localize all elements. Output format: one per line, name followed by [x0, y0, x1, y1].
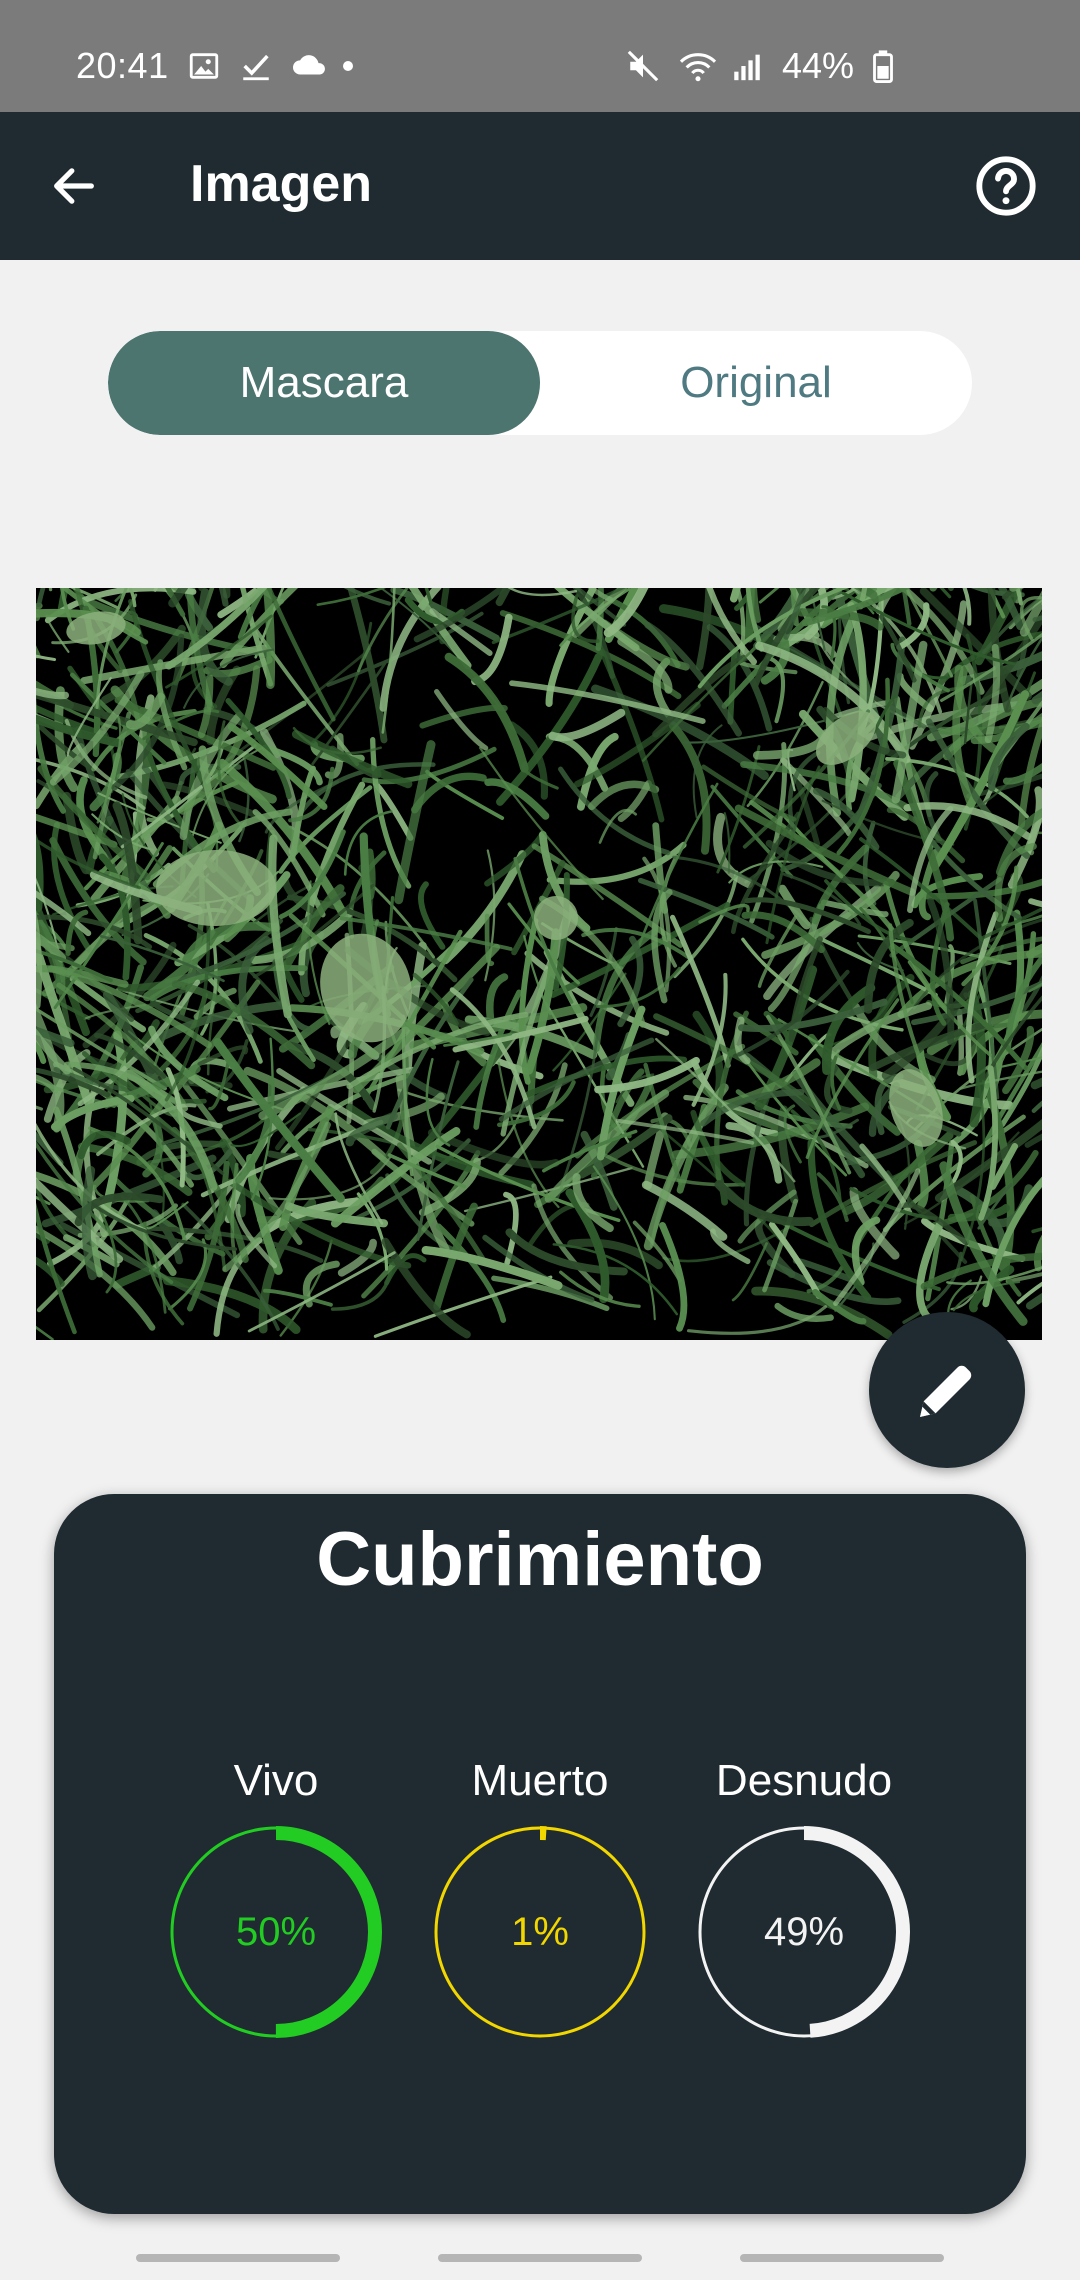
gauge-value: 50%	[235, 1909, 317, 1954]
mask-original-toggle: Original Mascara	[108, 331, 972, 435]
metric-muerto: Muerto 1%	[408, 1756, 672, 2042]
nav-hint-center	[438, 2254, 642, 2262]
metric-label: Desnudo	[715, 1756, 893, 1805]
edit-button[interactable]	[869, 1312, 1025, 1468]
coverage-title: Cubrimiento	[316, 1517, 764, 1602]
cloud-icon	[291, 49, 325, 83]
grass-mask-graphic	[36, 588, 1042, 1340]
gauge-value: 49%	[763, 1909, 845, 1954]
app-bar: Imagen	[0, 112, 1080, 260]
metric-vivo: Vivo 50%	[144, 1756, 408, 2042]
metric-label: Muerto	[471, 1756, 609, 1805]
nav-hint-right	[740, 2254, 944, 2262]
metric-label: Vivo	[233, 1756, 319, 1805]
help-circle-icon	[976, 156, 1036, 216]
status-time: 20:41	[76, 45, 169, 86]
back-button[interactable]	[40, 152, 108, 220]
status-left: 20:41	[76, 45, 353, 87]
arrow-left-icon	[54, 168, 94, 204]
mute-icon	[626, 49, 660, 83]
gauge-desnudo: 49%	[694, 1822, 914, 2042]
dot-icon	[342, 61, 353, 71]
wifi-icon	[678, 49, 717, 83]
battery-icon	[872, 49, 894, 83]
tab-mascara[interactable]: Mascara	[108, 331, 540, 435]
page-title: Imagen	[190, 155, 373, 213]
gauge-value: 1%	[511, 1909, 569, 1954]
metric-desnudo: Desnudo 49%	[672, 1756, 936, 2042]
tab-original[interactable]: Original	[540, 331, 972, 435]
battery-text: 44%	[781, 45, 854, 86]
mask-image	[36, 588, 1042, 1340]
help-button[interactable]	[972, 152, 1040, 220]
image-icon	[187, 49, 221, 83]
status-bar: 20:41 44%	[0, 0, 1080, 112]
signal-icon	[730, 49, 764, 83]
gauge-vivo: 50%	[166, 1822, 386, 2042]
coverage-card: Cubrimiento Vivo 50% Muerto 1% Desnudo 4…	[54, 1494, 1026, 2214]
pencil-icon	[920, 1365, 972, 1417]
check-icon	[239, 49, 273, 83]
nav-hint-left	[136, 2254, 340, 2262]
gauge-muerto: 1%	[430, 1822, 650, 2042]
status-right: 44%	[626, 45, 894, 87]
